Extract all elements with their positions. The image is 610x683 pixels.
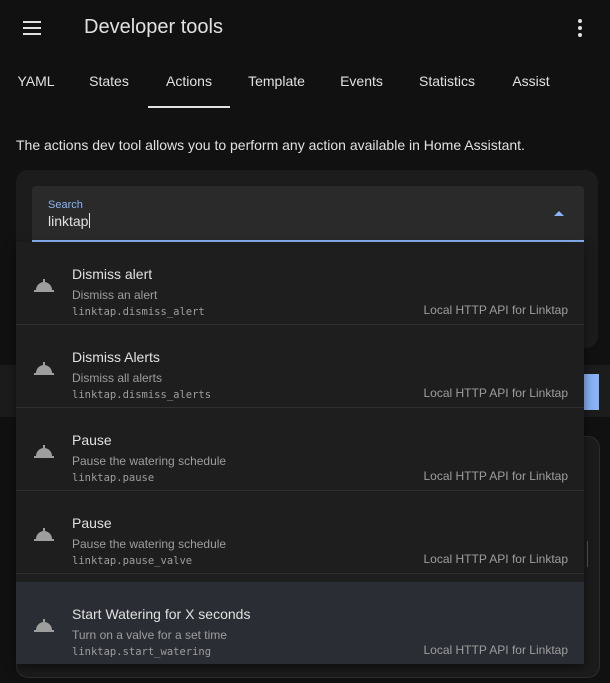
action-description: Turn on a valve for a set time <box>72 628 227 642</box>
action-description: Dismiss an alert <box>72 288 158 302</box>
bell-service-icon <box>34 445 54 458</box>
action-name: Dismiss Alerts <box>72 349 160 365</box>
action-integration: Local HTTP API for Linktap <box>423 469 568 483</box>
action-id: linktap.pause <box>72 472 155 484</box>
tab-yaml[interactable]: YAML <box>16 56 56 108</box>
list-item[interactable]: Dismiss alert Dismiss an alert linktap.d… <box>16 242 584 325</box>
tab-states[interactable]: States <box>86 56 132 108</box>
tab-bar: YAML States Actions Template Events Stat… <box>0 56 610 108</box>
collapse-arrow-icon[interactable] <box>554 211 564 216</box>
tab-statistics[interactable]: Statistics <box>414 56 480 108</box>
action-name: Dismiss alert <box>72 266 153 282</box>
action-integration: Local HTTP API for Linktap <box>423 643 568 657</box>
action-id: linktap.dismiss_alert <box>72 306 205 318</box>
action-id: linktap.start_watering <box>72 646 212 658</box>
list-item[interactable]: Start Watering for X seconds Turn on a v… <box>16 582 584 664</box>
tab-template[interactable]: Template <box>245 56 308 108</box>
bell-service-icon <box>34 279 54 292</box>
app-toolbar: Developer tools <box>0 0 610 56</box>
tab-events[interactable]: Events <box>338 56 385 108</box>
list-item[interactable]: Pause Pause the watering schedule linkta… <box>16 491 584 574</box>
text-cursor <box>89 213 91 228</box>
field-edge <box>584 541 588 567</box>
list-item[interactable]: Dismiss Alerts Dismiss all alerts linkta… <box>16 325 584 408</box>
action-id: linktap.pause_valve <box>72 555 193 567</box>
tab-actions[interactable]: Actions <box>148 56 230 108</box>
action-name: Pause <box>72 515 112 531</box>
search-input[interactable]: linktap <box>48 213 91 229</box>
action-name: Start Watering for X seconds <box>72 606 251 622</box>
page-title: Developer tools <box>84 16 223 38</box>
bell-service-icon <box>34 619 54 632</box>
page-description: The actions dev tool allows you to perfo… <box>16 137 525 153</box>
bell-service-icon <box>34 362 54 375</box>
hamburger-menu-icon[interactable] <box>20 16 44 40</box>
action-search-field[interactable]: Search linktap <box>32 186 584 242</box>
action-description: Pause the watering schedule <box>72 454 227 468</box>
action-name: Pause <box>72 432 112 448</box>
action-description: Pause the watering schedule <box>72 537 227 551</box>
action-integration: Local HTTP API for Linktap <box>423 303 568 317</box>
search-results-list: Dismiss alert Dismiss an alert linktap.d… <box>16 242 584 664</box>
search-label: Search <box>48 199 83 211</box>
action-description: Dismiss all alerts <box>72 371 163 385</box>
action-id: linktap.dismiss_alerts <box>72 389 212 401</box>
search-value-text: linktap <box>48 213 89 229</box>
more-options-icon[interactable] <box>570 16 590 40</box>
bell-service-icon <box>34 528 54 541</box>
tab-assist[interactable]: Assist <box>509 56 553 108</box>
list-item[interactable]: Pause Pause the watering schedule linkta… <box>16 408 584 491</box>
action-integration: Local HTTP API for Linktap <box>423 552 568 566</box>
action-integration: Local HTTP API for Linktap <box>423 386 568 400</box>
